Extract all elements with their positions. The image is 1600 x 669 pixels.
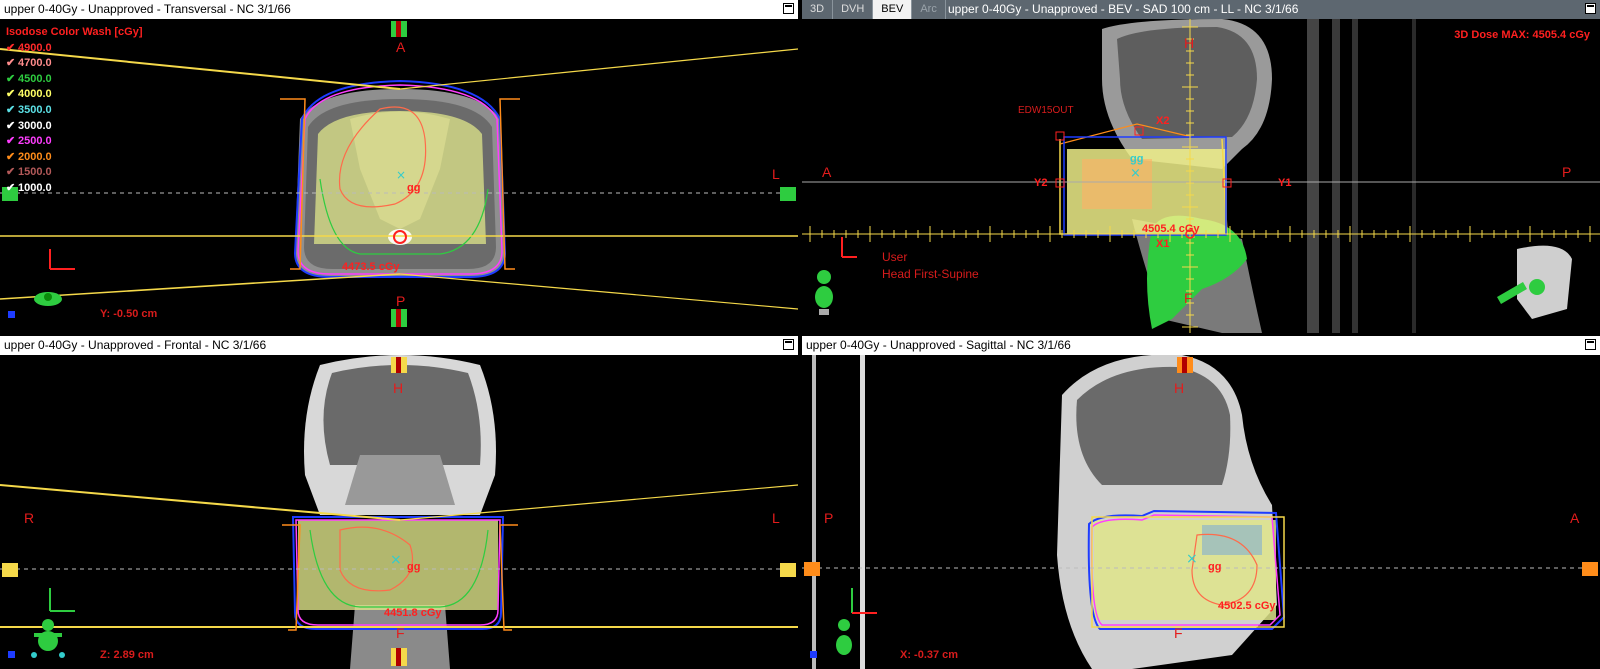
orient-bottom-label: F <box>396 625 405 641</box>
dose-point-label: 4473.5 cGy <box>342 261 400 273</box>
isodose-row[interactable]: ✔ 3500.0 <box>6 103 143 119</box>
target-label: gg <box>1130 153 1144 165</box>
isodose-row[interactable]: ✔ 2500.0 <box>6 134 143 150</box>
checkbox-icon[interactable]: ✔ <box>6 103 18 119</box>
dose-point-label: 4505.4 cGy <box>1142 223 1200 235</box>
jaw-x2-label: X2 <box>1156 115 1170 127</box>
svg-text:×: × <box>1186 551 1198 567</box>
pane-title: upper 0-40Gy - Unapproved - Frontal - NC… <box>4 338 267 352</box>
checkbox-icon[interactable]: ✔ <box>6 41 18 57</box>
isodose-row[interactable]: ✔ 4000.0 <box>6 87 143 103</box>
isodose-label: 2500.0 <box>18 135 52 148</box>
tab-3d[interactable]: 3D <box>802 0 834 19</box>
checkbox-icon[interactable]: ✔ <box>6 87 18 103</box>
dose-point-label: 4502.5 cGy <box>1218 600 1276 612</box>
checkbox-icon[interactable]: ✔ <box>6 119 18 135</box>
tab-bev[interactable]: BEV <box>873 0 913 19</box>
tab-dvh[interactable]: DVH <box>833 0 874 19</box>
isodose-label: 2000.0 <box>18 150 52 163</box>
orient-top-label: H <box>393 380 404 396</box>
checkbox-icon[interactable]: ✔ <box>6 165 18 181</box>
pane-title: upper 0-40Gy - Unapproved - Sagittal - N… <box>806 338 1071 352</box>
isodose-label: 1500.0 <box>18 166 52 179</box>
jaw-x1-label: X1 <box>1156 238 1170 250</box>
maximize-icon[interactable] <box>783 3 794 14</box>
pane-sagittal[interactable]: upper 0-40Gy - Unapproved - Sagittal - N… <box>802 336 1600 669</box>
isodose-label: 3500.0 <box>18 103 52 116</box>
pane-title-bar: upper 0-40Gy - Unapproved - Transversal … <box>0 0 798 19</box>
checkbox-icon[interactable]: ✔ <box>6 72 18 88</box>
jaw-y2-label: Y2 <box>1034 177 1048 189</box>
sagittal-view[interactable]: × H F P A gg 4502.5 cGy X: -0.37 cm <box>802 355 1600 669</box>
orient-right-label: L <box>772 166 780 182</box>
jaw-y1-label: Y1 <box>1278 177 1292 189</box>
tab-arc[interactable]: Arc <box>912 0 946 19</box>
dose-point-label: 4451.8 cGy <box>384 607 442 619</box>
isodose-label: 3000.0 <box>18 119 52 132</box>
target-label: gg <box>1208 561 1222 573</box>
pane-title-bar: 3D DVH BEV Arc upper 0-40Gy - Unapproved… <box>802 0 1600 19</box>
isodose-row[interactable]: ✔ 4700.0 <box>6 56 143 72</box>
checkbox-icon[interactable]: ✔ <box>6 134 18 150</box>
maximize-icon[interactable] <box>783 339 794 350</box>
slice-position: X: -0.37 cm <box>900 649 959 661</box>
isodose-row[interactable]: ✔ 3000.0 <box>6 119 143 135</box>
orient-left-label: R <box>24 510 35 526</box>
pane-title-bar: upper 0-40Gy - Unapproved - Sagittal - N… <box>802 336 1600 355</box>
pane-title-bar: upper 0-40Gy - Unapproved - Frontal - NC… <box>0 336 798 355</box>
isodose-label: 4500.0 <box>18 72 52 85</box>
maximize-icon[interactable] <box>1585 3 1596 14</box>
dose-max-label: 3D Dose MAX: 4505.4 cGy <box>1454 29 1590 41</box>
transversal-view[interactable]: × Isodose Color Wash [cGy] ✔ 4900.0 ✔ 4700.… <box>0 19 798 333</box>
orient-top-label: A <box>396 39 406 55</box>
isodose-label: 4000.0 <box>18 88 52 101</box>
isodose-row[interactable]: ✔ 4900.0 <box>6 41 143 57</box>
orient-bottom-label: P <box>396 293 406 309</box>
sagittal-image: × <box>802 355 1600 669</box>
isodose-legend: Isodose Color Wash [cGy] ✔ 4900.0 ✔ 4700.0 ✔… <box>6 25 143 197</box>
slice-position: Y: -0.50 cm <box>100 308 158 320</box>
orient-right-label: P <box>1562 164 1572 180</box>
wedge-label: EDW15OUT <box>1018 105 1074 116</box>
legend-title: Isodose Color Wash [cGy] <box>6 26 143 38</box>
orient-top-label: H <box>1184 35 1195 51</box>
pane-title: upper 0-40Gy - Unapproved - Transversal … <box>4 2 291 16</box>
isodose-label: 4900.0 <box>18 41 52 54</box>
isodose-row[interactable]: ✔ 4500.0 <box>6 72 143 88</box>
target-label: gg <box>407 561 421 573</box>
isodose-label: 1000.0 <box>18 181 52 194</box>
frontal-image: × <box>0 355 798 669</box>
isodose-row[interactable]: ✔ 1000.0 <box>6 181 143 197</box>
isodose-row[interactable]: ✔ 2000.0 <box>6 150 143 166</box>
bev-view[interactable]: × 3D Dose MAX: 4505.4 cGy EDW15OUT H F A… <box>802 19 1600 333</box>
isodose-row[interactable]: ✔ 1500.0 <box>6 165 143 181</box>
bev-image: × <box>802 19 1600 333</box>
orient-top-label: H <box>1174 380 1185 396</box>
isodose-label: 4700.0 <box>18 57 52 70</box>
orient-bottom-label: F <box>1184 290 1193 306</box>
maximize-icon[interactable] <box>1585 339 1596 350</box>
checkbox-icon[interactable]: ✔ <box>6 150 18 166</box>
pane-title: upper 0-40Gy - Unapproved - BEV - SAD 10… <box>948 2 1299 16</box>
orient-right-label: A <box>1570 510 1580 526</box>
svg-text:×: × <box>396 168 406 182</box>
checkbox-icon[interactable]: ✔ <box>6 56 18 72</box>
patient-position: Head First-Supine <box>882 267 979 281</box>
target-label: gg <box>407 182 421 194</box>
slice-position: Z: 2.89 cm <box>100 649 154 661</box>
pane-transversal[interactable]: upper 0-40Gy - Unapproved - Transversal … <box>0 0 798 333</box>
orient-left-label: P <box>824 510 834 526</box>
orient-right-label: L <box>772 510 780 526</box>
svg-text:×: × <box>390 552 402 568</box>
frontal-view[interactable]: × H F R L gg 4451.8 cGy Z: 2.89 cm <box>0 355 798 669</box>
user-label: User <box>882 250 908 264</box>
orient-left-label: A <box>822 164 832 180</box>
svg-text:×: × <box>1130 166 1141 181</box>
pane-bev[interactable]: 3D DVH BEV Arc upper 0-40Gy - Unapproved… <box>802 0 1600 333</box>
view-tabs: 3D DVH BEV Arc <box>802 0 946 19</box>
orient-bottom-label: F <box>1174 625 1183 641</box>
pane-frontal[interactable]: upper 0-40Gy - Unapproved - Frontal - NC… <box>0 336 798 669</box>
checkbox-icon[interactable]: ✔ <box>6 181 18 197</box>
